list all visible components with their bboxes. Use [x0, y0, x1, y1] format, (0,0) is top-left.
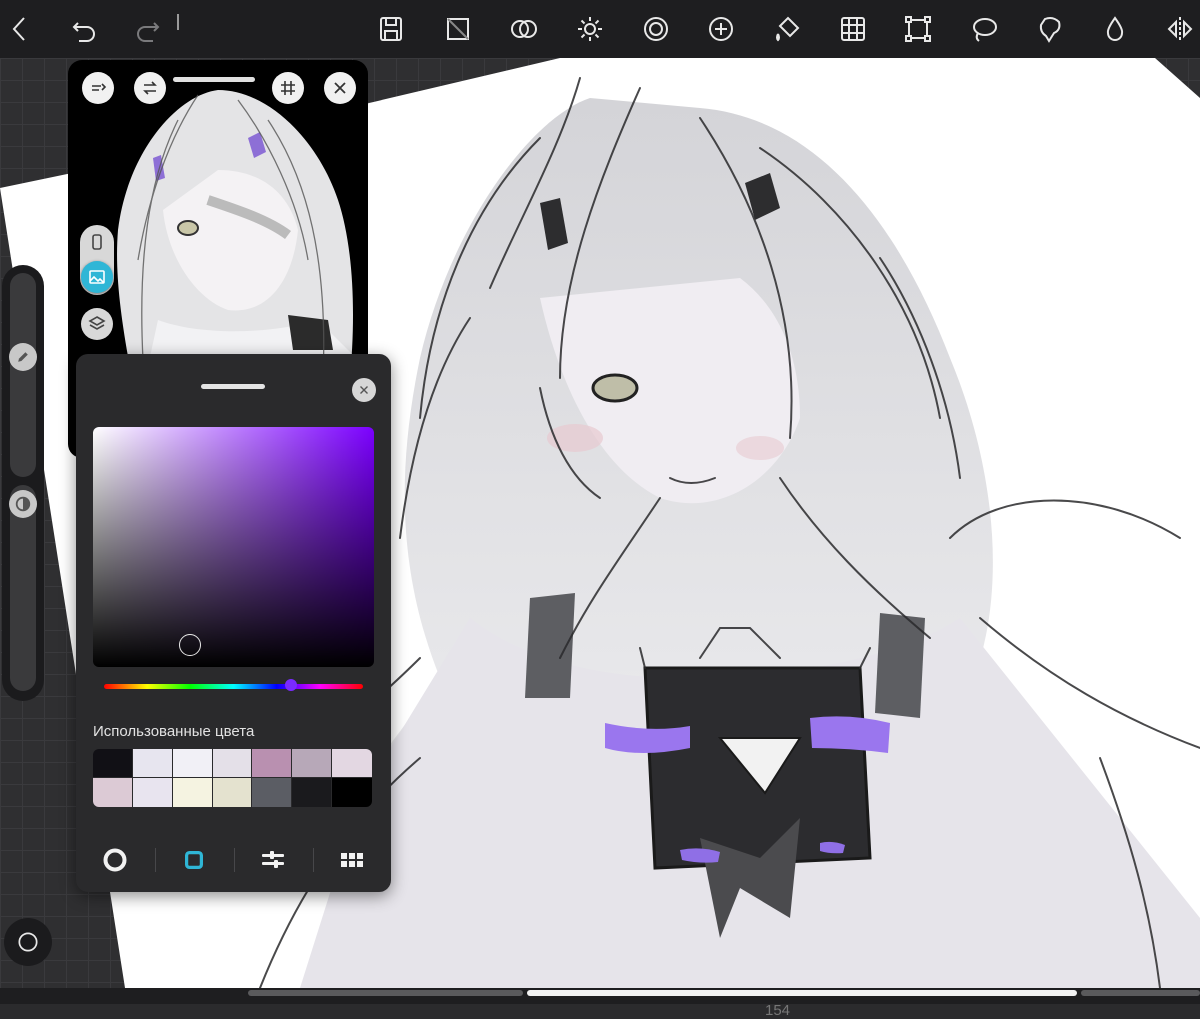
mirror-icon[interactable]	[1160, 9, 1200, 49]
save-icon[interactable]	[371, 9, 411, 49]
canvas-icon[interactable]	[438, 9, 478, 49]
close-icon[interactable]	[324, 72, 356, 104]
blend-icon[interactable]	[504, 9, 544, 49]
lasso-icon[interactable]	[964, 9, 1004, 49]
color-panel[interactable]: Использованные цвета	[76, 354, 391, 892]
filter-icon[interactable]	[636, 9, 676, 49]
hue-slider[interactable]	[104, 684, 363, 689]
brush-slider-rail	[2, 265, 44, 701]
reference-drag-handle[interactable]	[173, 77, 255, 82]
magic-wand-icon[interactable]	[1030, 9, 1070, 49]
grid-icon[interactable]	[833, 9, 873, 49]
back-icon[interactable]	[0, 9, 40, 49]
transform-icon[interactable]	[898, 9, 938, 49]
color-swatch[interactable]	[93, 749, 133, 778]
brightness-icon[interactable]	[570, 9, 610, 49]
color-swatch[interactable]	[292, 778, 333, 807]
add-layer-icon[interactable]	[701, 9, 741, 49]
pencil-icon	[18, 352, 28, 362]
scrollbar-left[interactable]	[248, 990, 523, 996]
color-picker-cursor[interactable]	[179, 634, 201, 656]
brush-circle-button[interactable]	[4, 918, 52, 966]
hue-slider-knob[interactable]	[285, 679, 297, 691]
color-swatch[interactable]	[212, 749, 253, 778]
color-swatch[interactable]	[212, 778, 253, 807]
scrollbar-right[interactable]	[1081, 990, 1200, 996]
color-swatch[interactable]	[172, 749, 213, 778]
used-colors-grid	[93, 749, 372, 807]
exit-reference-icon[interactable]	[82, 72, 114, 104]
sliders-tab-icon[interactable]	[234, 828, 312, 892]
brush-size-knob[interactable]	[9, 343, 37, 371]
saturation-value-picker[interactable]	[93, 427, 374, 667]
color-panel-drag-handle[interactable]	[201, 384, 265, 389]
flip-icon[interactable]	[134, 72, 166, 104]
toolbar-divider	[177, 14, 179, 30]
color-mode-tabs	[76, 828, 391, 892]
drop-icon[interactable]	[1095, 9, 1135, 49]
fill-icon[interactable]	[767, 9, 807, 49]
used-colors-label: Использованные цвета	[93, 723, 255, 740]
brush-size-slider[interactable]	[10, 273, 36, 477]
device-icon[interactable]	[81, 226, 113, 258]
grid-icon[interactable]	[272, 72, 304, 104]
top-toolbar	[0, 0, 1200, 58]
opacity-knob[interactable]	[9, 490, 37, 518]
color-swatch[interactable]	[252, 749, 293, 778]
disc-tab-icon[interactable]	[76, 828, 154, 892]
color-swatch[interactable]	[332, 778, 372, 807]
color-swatch[interactable]	[172, 778, 213, 807]
opacity-icon	[15, 496, 31, 512]
square-tab-icon[interactable]	[155, 828, 233, 892]
redo-icon[interactable]	[128, 9, 168, 49]
circle-icon	[18, 932, 38, 952]
color-swatch[interactable]	[93, 778, 133, 807]
palette-tab-icon[interactable]	[313, 828, 391, 892]
home-indicator[interactable]	[527, 990, 1077, 996]
color-swatch[interactable]	[292, 749, 333, 778]
close-icon[interactable]	[352, 378, 376, 402]
page-indicator: 154	[765, 1002, 791, 1019]
color-swatch[interactable]	[332, 749, 372, 778]
color-swatch[interactable]	[132, 778, 173, 807]
color-swatch[interactable]	[132, 749, 173, 778]
undo-icon[interactable]	[64, 9, 104, 49]
layers-icon[interactable]	[81, 308, 113, 340]
eye	[591, 373, 639, 403]
color-swatch[interactable]	[252, 778, 293, 807]
image-icon[interactable]	[81, 261, 113, 293]
